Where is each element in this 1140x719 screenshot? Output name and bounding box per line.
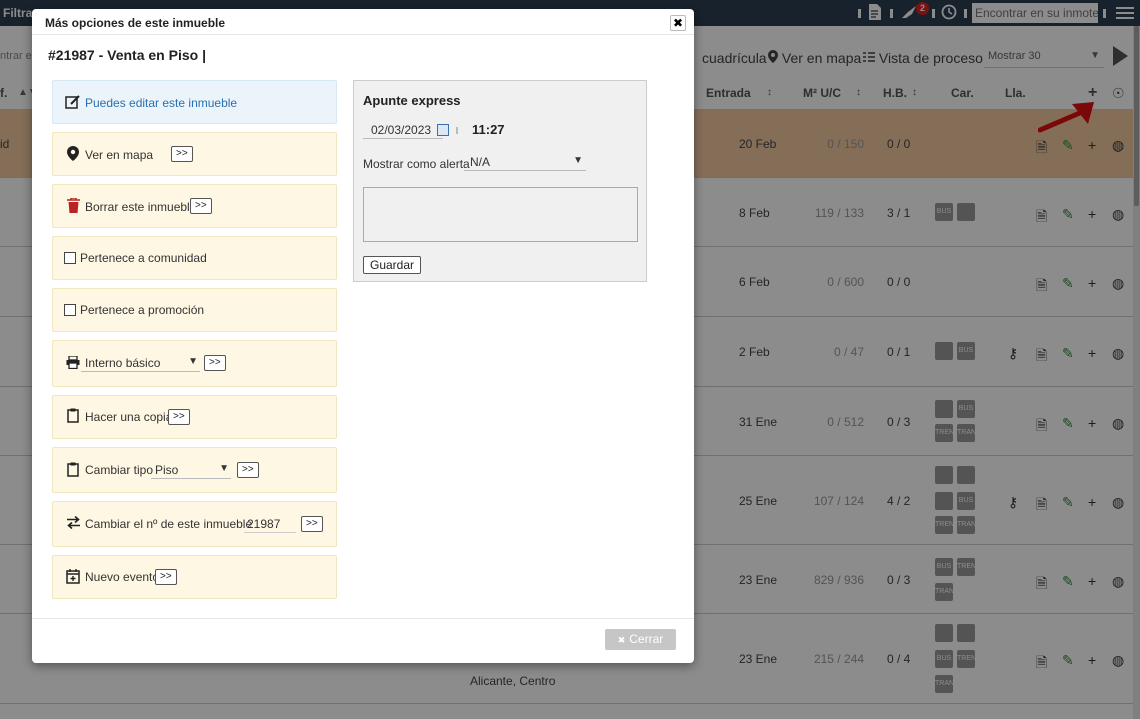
print-template-select[interactable]: Interno básico ▼ (81, 354, 200, 372)
promotion-option: Pertenece a promoción (52, 288, 337, 332)
modal-footer: ✖ Cerrar (32, 618, 694, 663)
express-note-panel: Apunte express 02/03/2023 11:27 Mostrar … (353, 80, 647, 282)
promotion-checkbox[interactable] (64, 304, 76, 316)
clipboard-icon (65, 462, 81, 478)
print-go-button[interactable]: >> (204, 355, 226, 371)
chevron-down-icon: ▼ (188, 356, 198, 367)
close-button[interactable]: ✖ Cerrar (605, 629, 676, 650)
new-event-go-button[interactable]: >> (155, 569, 177, 585)
copy-go-button[interactable]: >> (168, 409, 190, 425)
trash-icon (65, 197, 81, 214)
alert-select[interactable]: N/A ▼ (464, 153, 586, 171)
new-event-option: Nuevo evento >> (52, 555, 337, 599)
express-time[interactable]: 11:27 (472, 122, 505, 137)
print-option: Interno básico ▼ >> (52, 340, 337, 387)
clipboard-icon (65, 408, 81, 424)
change-number-option: Cambiar el nº de este inmueble >> (52, 501, 337, 547)
calendar-plus-icon (65, 569, 81, 585)
type-select[interactable]: Piso ▼ (151, 461, 231, 479)
new-event-label: Nuevo evento (85, 570, 160, 584)
alert-label: Mostrar como alerta (363, 157, 470, 171)
express-date-input[interactable]: 02/03/2023 (363, 121, 449, 139)
delete-label: Borrar este inmueble (85, 200, 197, 214)
express-note-textarea[interactable] (363, 187, 638, 242)
community-label: Pertenece a comunidad (80, 251, 207, 265)
edit-icon (65, 94, 81, 110)
change-type-go-button[interactable]: >> (237, 462, 259, 478)
chevron-down-icon: ▼ (219, 463, 229, 474)
view-map-option: Ver en mapa >> (52, 132, 337, 176)
copy-label: Hacer una copia (85, 410, 173, 424)
change-type-label: Cambiar tipo (85, 463, 154, 477)
express-note-title: Apunte express (363, 93, 461, 108)
calendar-icon[interactable] (437, 124, 449, 136)
modal-title: Más opciones de este inmueble (45, 16, 226, 30)
property-title: #21987 - Venta en Piso | (48, 47, 206, 63)
copy-option: Hacer una copia >> (52, 395, 337, 439)
change-type-option: Cambiar tipo Piso ▼ >> (52, 447, 337, 493)
edit-label: Puedes editar este inmueble (85, 96, 238, 110)
change-number-label: Cambiar el nº de este inmueble (85, 517, 253, 531)
chevron-down-icon: ▼ (573, 155, 583, 166)
swap-arrows-icon (65, 515, 81, 532)
printer-icon (65, 355, 81, 372)
property-number-input[interactable] (244, 515, 296, 533)
modal-header: Más opciones de este inmueble ✖ (32, 9, 694, 35)
promotion-label: Pertenece a promoción (80, 303, 205, 317)
delete-go-button[interactable]: >> (190, 198, 212, 214)
save-button[interactable]: Guardar (363, 256, 422, 274)
change-number-go-button[interactable]: >> (301, 516, 323, 532)
map-pin-icon (65, 146, 81, 162)
view-map-go-button[interactable]: >> (171, 146, 193, 162)
map-label: Ver en mapa (85, 148, 154, 162)
close-icon[interactable]: ✖ (670, 15, 686, 31)
delete-property-option: Borrar este inmueble >> (52, 184, 337, 228)
community-checkbox[interactable] (64, 252, 76, 264)
separator (456, 127, 458, 134)
community-option: Pertenece a comunidad (52, 236, 337, 280)
close-icon: ✖ (617, 635, 626, 645)
options-modal: Más opciones de este inmueble ✖ #21987 -… (32, 9, 694, 663)
edit-property-option[interactable]: Puedes editar este inmueble (52, 80, 337, 124)
